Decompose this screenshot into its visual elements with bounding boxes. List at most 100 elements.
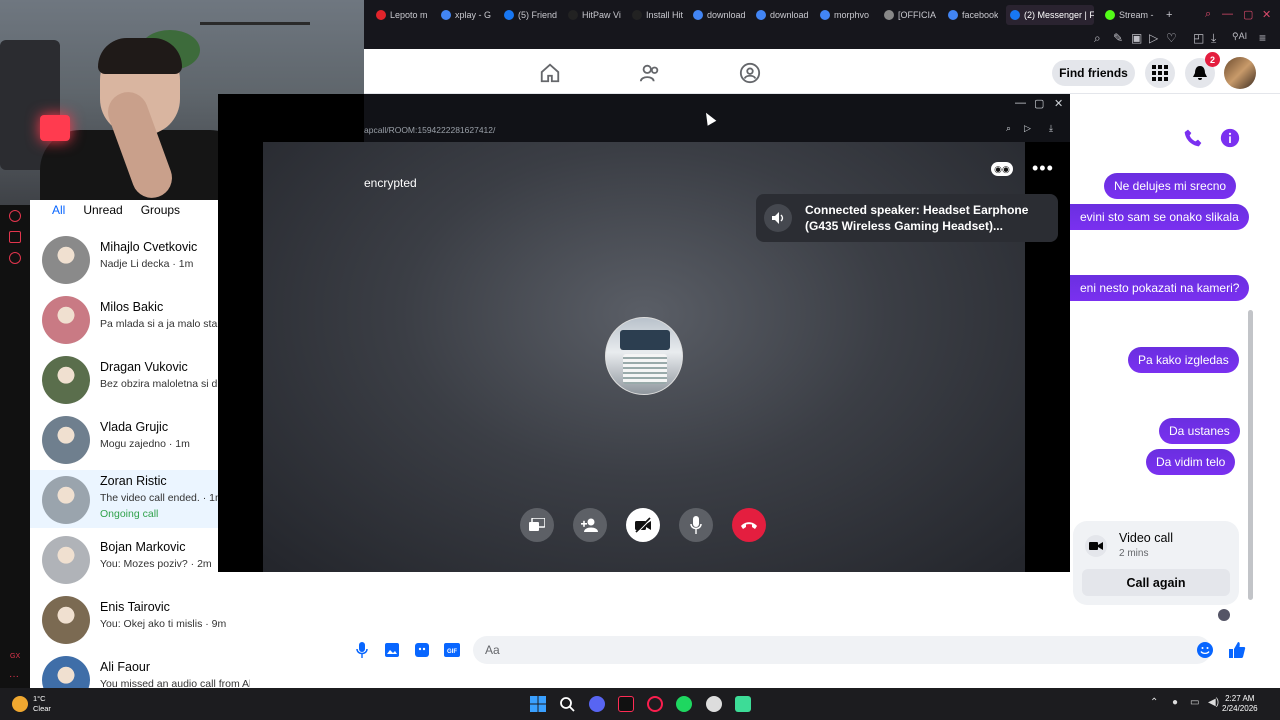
- gx-icon[interactable]: GX: [10, 653, 20, 660]
- search-icon[interactable]: ⌕: [1205, 8, 1211, 21]
- gif-icon[interactable]: GIF: [443, 641, 461, 659]
- info-icon[interactable]: [1220, 128, 1240, 148]
- emoji-icon[interactable]: [1196, 641, 1214, 659]
- start-icon[interactable]: [530, 696, 546, 712]
- browser-tab[interactable]: xplay - G: [441, 7, 496, 23]
- microphone-button[interactable]: [679, 508, 713, 542]
- download-icon[interactable]: ⤓: [1211, 31, 1216, 46]
- wallet-icon[interactable]: ◰: [1193, 31, 1204, 45]
- message-bubble[interactable]: Ne delujes mi srecno: [1104, 173, 1237, 199]
- phone-icon[interactable]: [1183, 128, 1203, 148]
- play-icon[interactable]: ▷: [1024, 123, 1031, 134]
- minimize-icon[interactable]: —: [1015, 97, 1026, 109]
- maximize-icon[interactable]: ▢: [1034, 97, 1044, 110]
- microphone-icon[interactable]: [353, 641, 371, 659]
- maximize-icon[interactable]: ▢: [1243, 8, 1253, 21]
- network-icon[interactable]: ▭: [1190, 697, 1199, 708]
- microphone-tray-icon[interactable]: ●: [1172, 697, 1178, 708]
- filter-unread[interactable]: Unread: [83, 203, 122, 217]
- browser-tab-label: download: [707, 10, 746, 20]
- ongoing-call-label: Ongoing call: [100, 508, 159, 520]
- conversation-scrollbar[interactable]: [1248, 310, 1253, 600]
- encryption-label: encrypted: [364, 176, 417, 190]
- screen-share-icon: [529, 518, 545, 531]
- avatar: [42, 356, 90, 404]
- chrome-icon[interactable]: [706, 696, 722, 712]
- browser-tab[interactable]: download: [756, 7, 812, 23]
- hang-up-icon: [741, 522, 757, 529]
- sticker-icon[interactable]: [413, 641, 431, 659]
- spotify-icon[interactable]: [676, 696, 692, 712]
- close-icon[interactable]: ✕: [1054, 97, 1063, 110]
- gamepad-icon[interactable]: ◉◉: [991, 162, 1013, 176]
- more-icon[interactable]: ···: [9, 671, 19, 682]
- discord-icon[interactable]: [589, 696, 605, 712]
- zoom-icon[interactable]: ⌕: [1094, 31, 1101, 46]
- zoom-icon[interactable]: ⌕: [1006, 123, 1011, 134]
- filter-groups[interactable]: Groups: [141, 203, 180, 217]
- browser-tab[interactable]: HitPaw Vi: [568, 7, 624, 23]
- download-icon[interactable]: ⤓: [1049, 123, 1053, 134]
- share-screen-button[interactable]: [520, 508, 554, 542]
- browser-tab-label: (5) Friend: [518, 10, 558, 20]
- ai-icon[interactable]: ⚲AI: [1232, 31, 1247, 42]
- add-people-button[interactable]: [573, 508, 607, 542]
- chat-item[interactable]: Ali Faour You missed an audio call from A…: [30, 650, 330, 688]
- menu-grid-button[interactable]: [1145, 58, 1175, 88]
- message-bubble[interactable]: Pa kako izgledas: [1128, 347, 1239, 373]
- groups-icon[interactable]: [739, 62, 761, 84]
- find-friends-button[interactable]: Find friends: [1052, 60, 1135, 86]
- video-call-card: Video call 2 mins Call again: [1073, 521, 1239, 605]
- weather-icon[interactable]: [12, 696, 28, 712]
- opera-gx-icon[interactable]: [647, 696, 663, 712]
- browser-tab[interactable]: (5) Friend: [504, 7, 560, 23]
- browser-tab[interactable]: Lepoto m: [376, 7, 432, 23]
- pin-icon[interactable]: ✎: [1113, 31, 1123, 45]
- send-icon[interactable]: [9, 231, 21, 243]
- search-icon[interactable]: [559, 696, 575, 712]
- close-icon[interactable]: ✕: [1262, 8, 1271, 21]
- end-call-button[interactable]: [732, 508, 766, 542]
- screenshot-icon[interactable]: ▣: [1131, 31, 1142, 45]
- play-icon[interactable]: ▷: [1149, 31, 1158, 45]
- message-bubble[interactable]: Da vidim telo: [1146, 449, 1236, 475]
- like-icon[interactable]: [1228, 641, 1246, 659]
- settings-icon[interactable]: [9, 252, 21, 264]
- favicon-icon: [1105, 10, 1115, 20]
- browser-tab[interactable]: facebook: [948, 7, 998, 23]
- notification-badge: 2: [1205, 52, 1220, 67]
- message-bubble[interactable]: evini sto sam se onako slikala: [1070, 204, 1249, 230]
- new-tab-button[interactable]: +: [1166, 7, 1178, 23]
- menu-icon[interactable]: ≡: [1259, 31, 1266, 45]
- minimize-icon[interactable]: —: [1222, 8, 1233, 20]
- history-icon[interactable]: [9, 210, 21, 222]
- browser-tab[interactable]: Stream -: [1105, 7, 1157, 23]
- call-again-button[interactable]: Call again: [1082, 569, 1230, 596]
- filter-all[interactable]: All: [52, 203, 65, 217]
- friends-icon[interactable]: [639, 62, 661, 84]
- heart-icon[interactable]: ♡: [1166, 31, 1177, 45]
- camera-toggle-button[interactable]: [626, 508, 660, 542]
- system-clock[interactable]: 2:27 AM 2/24/2026: [1222, 694, 1258, 714]
- message-input[interactable]: [473, 636, 1211, 664]
- home-icon[interactable]: [539, 62, 561, 84]
- volume-icon[interactable]: ◀): [1208, 697, 1219, 708]
- image-icon[interactable]: [383, 641, 401, 659]
- more-options-icon[interactable]: •••: [1032, 158, 1054, 179]
- chat-item[interactable]: Enis Tairovic You: Okej ako ti mislis · 9…: [30, 590, 330, 650]
- message-bubble[interactable]: Da ustanes: [1159, 418, 1240, 444]
- chat-preview: You missed an audio call from Ali. · 19m: [100, 678, 250, 688]
- account-avatar[interactable]: [1224, 57, 1256, 89]
- chat-name: Zoran Ristic: [100, 474, 167, 488]
- tiktok-icon[interactable]: [618, 696, 634, 712]
- browser-tab[interactable]: (2) Messenger | F: [1006, 5, 1094, 25]
- message-bubble[interactable]: eni nesto pokazati na kameri?: [1070, 275, 1250, 301]
- browser-tab[interactable]: Install Hit: [632, 7, 686, 23]
- app-icon[interactable]: [735, 696, 751, 712]
- favicon-icon: [820, 10, 830, 20]
- chevron-up-icon[interactable]: ⌃: [1150, 697, 1158, 708]
- browser-tab[interactable]: download: [693, 7, 748, 23]
- browser-tab[interactable]: morphvo: [820, 7, 875, 23]
- weather-widget[interactable]: 1°C Clear: [33, 694, 51, 714]
- browser-tab[interactable]: [OFFICIA: [884, 7, 940, 23]
